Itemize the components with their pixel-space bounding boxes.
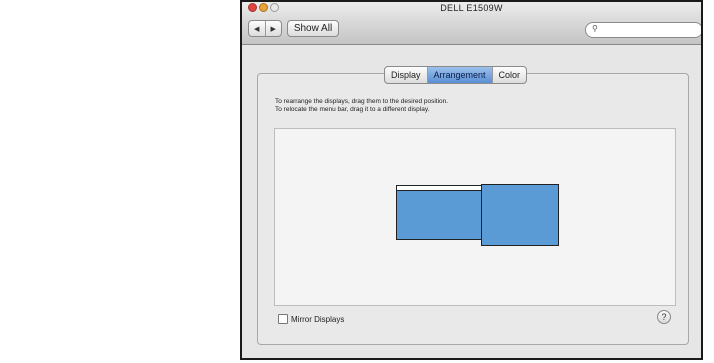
mirror-displays-option[interactable]: Mirror Displays (278, 314, 344, 324)
main-display[interactable] (396, 185, 482, 240)
tab-bar: Display Arrangement Color (384, 66, 528, 84)
instruction-line-relocate: To relocate the menu bar, drag it to a d… (275, 106, 430, 113)
instructions-text: To rearrange the displays, drag them to … (275, 98, 448, 114)
menu-bar-indicator[interactable] (397, 186, 481, 191)
back-button[interactable]: ◀ (249, 21, 266, 36)
instruction-line-rearrange: To rearrange the displays, drag them to … (275, 98, 449, 105)
display-arrangement-area (274, 128, 676, 306)
title-bar[interactable]: DELL E1509W ◀ ▶ Show All ⚲ (242, 2, 701, 45)
search-input[interactable]: ⚲ (585, 22, 701, 38)
navigation-segmented-control: ◀ ▶ (248, 20, 282, 37)
search-icon: ⚲ (592, 24, 598, 33)
forward-button[interactable]: ▶ (266, 21, 282, 36)
help-button[interactable]: ? (657, 310, 671, 324)
tab-display[interactable]: Display (385, 67, 428, 83)
tab-color[interactable]: Color (493, 67, 527, 83)
mirror-displays-checkbox[interactable] (278, 314, 288, 324)
window-title: DELL E1509W (440, 3, 503, 13)
mirror-displays-label: Mirror Displays (291, 314, 345, 324)
preferences-window: DELL E1509W ◀ ▶ Show All ⚲ Display Arran… (240, 0, 703, 360)
forward-arrow-icon: ▶ (270, 25, 276, 33)
secondary-display[interactable] (481, 184, 559, 246)
show-all-button[interactable]: Show All (287, 20, 339, 37)
tab-arrangement[interactable]: Arrangement (427, 67, 493, 83)
back-arrow-icon: ◀ (254, 25, 260, 33)
